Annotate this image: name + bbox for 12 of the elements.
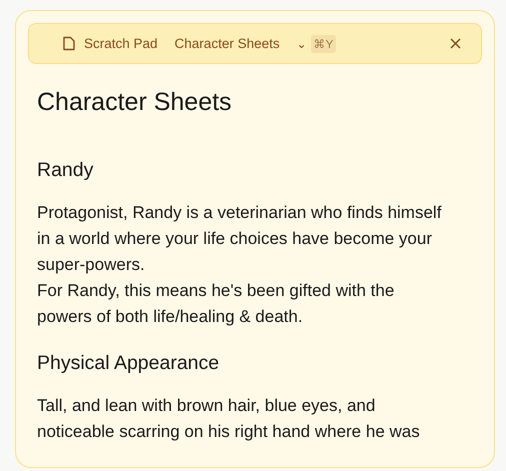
section-heading: Physical Appearance (37, 352, 220, 375)
breadcrumb-link[interactable]: Character Sheets (174, 36, 280, 51)
document-title: Character Sheets (37, 88, 233, 117)
file-icon (62, 36, 76, 51)
section-heading: Randy (37, 159, 94, 182)
dropdown-caret[interactable]: ⌄ (296, 38, 307, 50)
paragraph: Tall, and lean with brown hair, blue eyes, and noticeable scarring on his right hand where he was (37, 395, 421, 443)
close-button[interactable] (448, 36, 463, 51)
close-icon (450, 38, 461, 49)
breadcrumb-link[interactable]: Scratch Pad (84, 36, 158, 51)
shortcut-hint: ⌘Y (310, 34, 336, 52)
paragraph: Protagonist, Randy is a veterinarian who finds himself in a world where your life choices have become your super-powers. For Randy, this means he's been gifted with the powers of both life/healing & death. (37, 202, 442, 328)
